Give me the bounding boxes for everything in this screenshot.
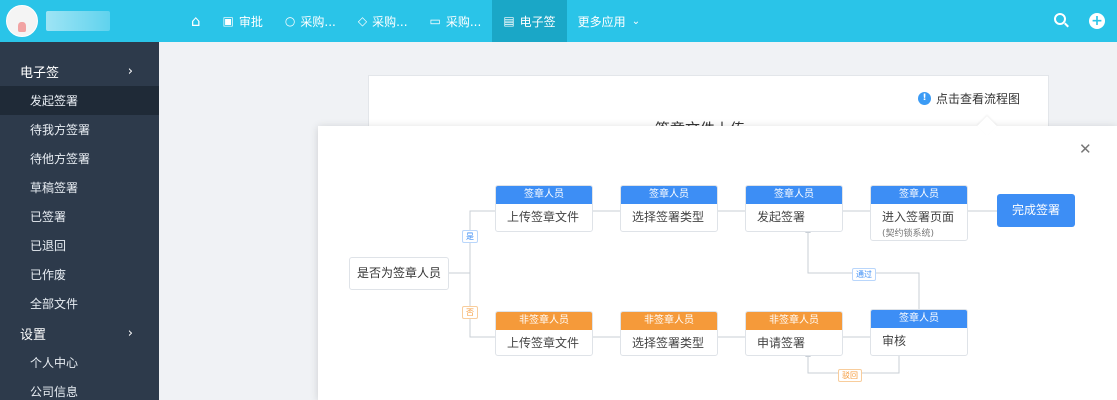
flow-node: 签章人员 上传签章文件 — [495, 185, 593, 232]
flow-node: 签章人员 发起签署 — [745, 185, 843, 232]
flow-node-body: 发起签署 — [757, 210, 806, 224]
no-tag: 否 — [462, 306, 478, 319]
flow-done-node: 完成签署 — [997, 194, 1075, 227]
flow-node-header: 签章人员 — [871, 186, 967, 204]
flow-node-body: 选择签署类型 — [632, 210, 705, 224]
flow-node-header: 签章人员 — [746, 186, 842, 204]
flow-node-body: 审核 — [882, 334, 907, 348]
flow-node-header: 非签章人员 — [621, 312, 717, 330]
reject-tag: 驳回 — [838, 369, 862, 382]
flow-node: 非签章人员 选择签署类型 — [620, 311, 718, 356]
flow-node: 非签章人员 上传签章文件 — [495, 311, 593, 356]
flow-node-body: 选择签署类型 — [632, 336, 705, 350]
flow-node-header: 非签章人员 — [496, 312, 592, 330]
flow-node-header: 签章人员 — [621, 186, 717, 204]
flow-node: 非签章人员 申请签署 — [745, 311, 843, 356]
flow-node: 签章人员 选择签署类型 — [620, 185, 718, 232]
flow-node: 签章人员 审核 — [870, 309, 968, 356]
flow-node-sub: (契约锁系统) — [882, 229, 935, 239]
flow-start-node: 是否为签章人员 — [349, 257, 449, 290]
flow-node-body: 上传签章文件 — [507, 210, 580, 224]
flow-node-header: 签章人员 — [496, 186, 592, 204]
flow-node-body: 申请签署 — [757, 336, 806, 350]
flow-node-header: 签章人员 — [871, 310, 967, 328]
flow-node-body: 上传签章文件 — [507, 336, 580, 350]
pass-tag: 通过 — [852, 268, 876, 281]
flow-node: 签章人员 进入签署页面 (契约锁系统) — [870, 185, 968, 241]
yes-tag: 是 — [462, 230, 478, 243]
flow-node-header: 非签章人员 — [746, 312, 842, 330]
